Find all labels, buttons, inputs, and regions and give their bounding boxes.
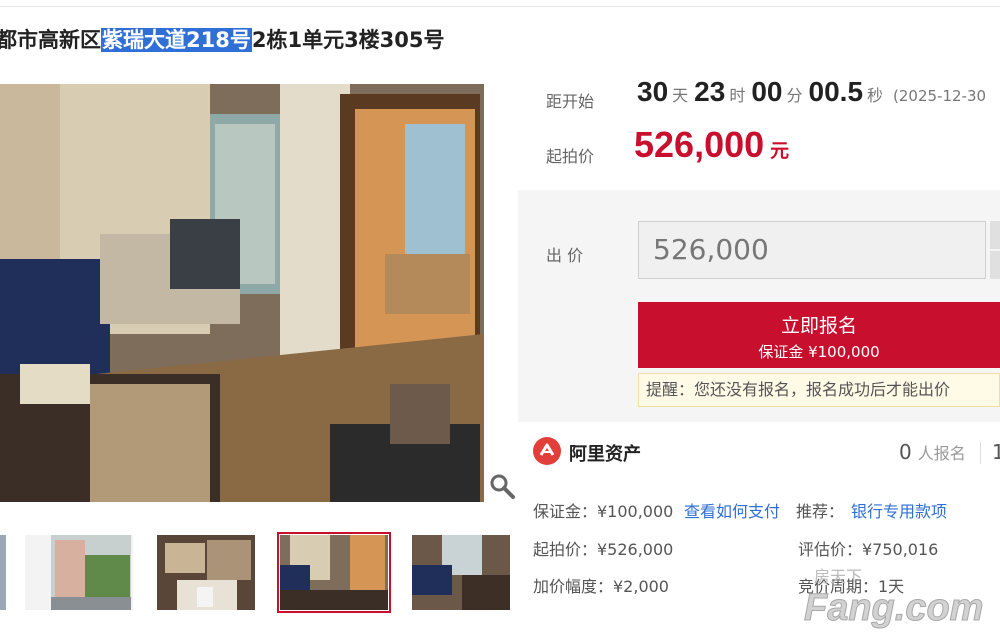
svg-text:房天下: 房天下 — [814, 568, 862, 586]
divider — [980, 442, 981, 464]
title-highlight: 紫瑞大道218号 — [101, 28, 252, 52]
thumbnail-4[interactable] — [412, 535, 510, 610]
main-photo[interactable] — [0, 84, 484, 502]
countdown-timer: 30 天 23 时 00 分 00.5 秒 (2025-12-30 — [637, 76, 987, 107]
fang-watermark: 房天下 Fang.com — [800, 562, 1000, 632]
deposit-info: 保证金：¥100,000 — [533, 502, 674, 521]
signup-button[interactable]: 立即报名 保证金 ¥100,000 — [638, 302, 1000, 368]
increment-info: 加价幅度：¥2,000 — [533, 577, 669, 596]
bank-funds-link[interactable]: 银行专用款项 — [851, 498, 947, 522]
svg-text:Fang.com: Fang.com — [804, 587, 983, 629]
start-date: (2025-12-30 — [893, 87, 987, 105]
thumbnail-0[interactable] — [0, 535, 6, 610]
start-price-label: 起拍价 — [546, 147, 595, 166]
bid-stepper[interactable] — [990, 221, 1000, 279]
thumbnail-3-selected[interactable] — [277, 532, 391, 613]
top-divider — [0, 6, 1000, 7]
bid-input[interactable]: 526,000 — [638, 221, 986, 279]
thumbnail-1[interactable] — [25, 535, 133, 610]
bid-label: 出 价 — [546, 246, 584, 265]
start-price-value: 526,000 元 — [634, 124, 790, 165]
second-count: 1 — [992, 440, 1000, 464]
ali-asset-logo — [533, 437, 561, 465]
countdown-label: 距开始 — [546, 92, 595, 111]
how-to-pay-link[interactable]: 查看如何支付 — [684, 498, 780, 522]
recommend-label: 推荐： — [796, 502, 845, 521]
signup-notice: 提醒：您还没有报名，报名成功后才能出价 — [638, 373, 1000, 407]
property-title: 都市高新区紫瑞大道218号2栋1单元3楼305号 — [0, 28, 445, 52]
platform-name[interactable]: 阿里资产 — [569, 440, 641, 466]
thumbnail-2[interactable] — [157, 535, 255, 610]
start-price-info: 起拍价：¥526,000 — [533, 540, 674, 559]
signup-count: 0 人报名 — [899, 440, 966, 464]
zoom-icon[interactable] — [488, 472, 516, 500]
appraisal-info: 评估价：¥750,016 — [798, 540, 939, 559]
